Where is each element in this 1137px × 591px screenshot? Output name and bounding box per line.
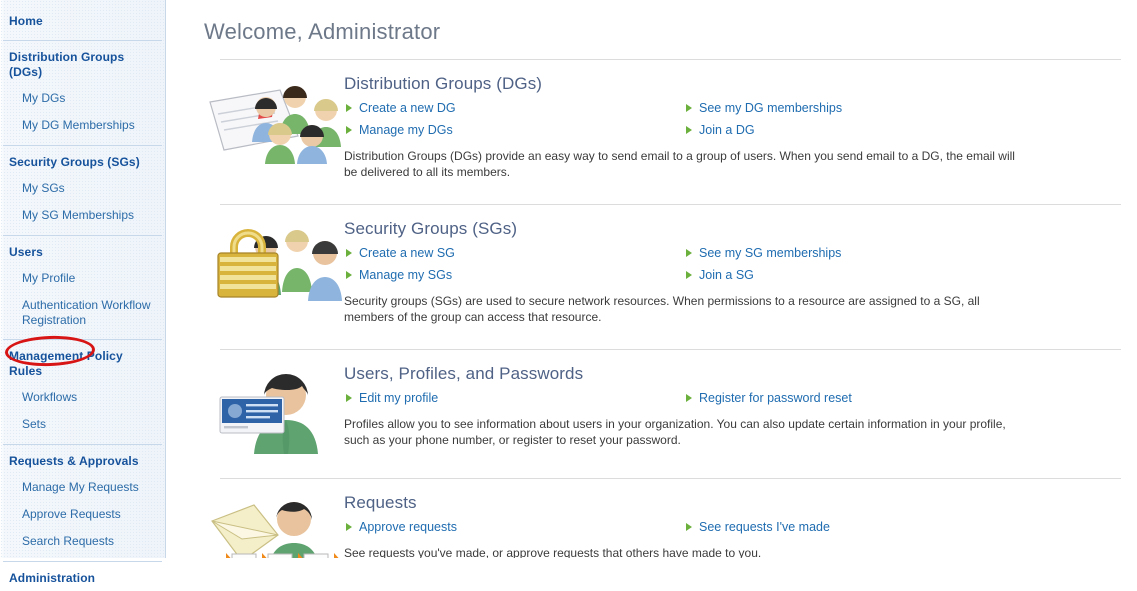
sidebar-items: Home Distribution Groups (DGs) My DGs My… xyxy=(0,0,165,591)
link-label: See my DG memberships xyxy=(699,100,842,116)
link-create-a-new-dg[interactable]: Create a new DG xyxy=(344,97,684,119)
section-title: Users, Profiles, and Passwords xyxy=(344,364,1121,384)
section-body: Security Groups (SGs) Create a new SG Ma… xyxy=(344,217,1121,325)
links-column-left: Approve requests xyxy=(344,516,684,538)
sidebar-header-requests-approvals[interactable]: Requests & Approvals xyxy=(0,449,165,474)
main-content: Welcome, Administrator xyxy=(166,0,1137,558)
link-label: Edit my profile xyxy=(359,390,438,406)
sidebar-divider xyxy=(3,40,162,41)
section-security-groups: Security Groups (SGs) Create a new SG Ma… xyxy=(166,205,1137,335)
user-with-id-card-icon xyxy=(194,362,344,454)
links-column-left: Edit my profile xyxy=(344,387,684,409)
section-links: Approve requests See requests I've made xyxy=(344,516,1121,538)
arrow-bullet-icon xyxy=(686,394,692,402)
section-links: Create a new SG Manage my SGs See my SG … xyxy=(344,242,1121,286)
sidebar-header-management-policy-rules[interactable]: Management Policy Rules xyxy=(0,344,165,384)
link-join-a-sg[interactable]: Join a SG xyxy=(684,264,841,286)
link-label: Create a new SG xyxy=(359,245,455,261)
link-label: Manage my DGs xyxy=(359,122,453,138)
links-column-right: See my DG memberships Join a DG xyxy=(684,97,842,141)
link-label: Approve requests xyxy=(359,519,457,535)
arrow-bullet-icon xyxy=(686,126,692,134)
sidebar-item-authentication-workflow-registration[interactable]: Authentication Workflow Registration xyxy=(0,292,165,333)
sidebar-divider xyxy=(3,561,162,562)
sidebar-divider xyxy=(3,444,162,445)
arrow-bullet-icon xyxy=(686,104,692,112)
padlock-with-group-icon xyxy=(194,217,344,309)
sidebar-group-management-policy-rules: Management Policy Rules Workflows Sets xyxy=(0,344,165,438)
section-title: Distribution Groups (DGs) xyxy=(344,74,1121,94)
sidebar-group-requests-approvals: Requests & Approvals Manage My Requests … xyxy=(0,449,165,555)
sidebar-group-administration: Administration xyxy=(0,566,165,591)
arrow-bullet-icon xyxy=(686,523,692,531)
link-manage-my-dgs[interactable]: Manage my DGs xyxy=(344,119,684,141)
link-label: Join a DG xyxy=(699,122,755,138)
section-title: Security Groups (SGs) xyxy=(344,219,1121,239)
link-see-requests-ive-made[interactable]: See requests I've made xyxy=(684,516,830,538)
section-links: Create a new DG Manage my DGs See my DG … xyxy=(344,97,1121,141)
sidebar-item-administration[interactable]: Administration xyxy=(0,566,165,591)
sidebar-item-manage-my-requests[interactable]: Manage My Requests xyxy=(0,474,165,501)
link-label: See my SG memberships xyxy=(699,245,841,261)
links-column-left: Create a new SG Manage my SGs xyxy=(344,242,684,286)
link-see-my-dg-memberships[interactable]: See my DG memberships xyxy=(684,97,842,119)
sidebar-item-my-dgs[interactable]: My DGs xyxy=(0,85,165,112)
envelope-with-group-icon xyxy=(194,72,344,164)
section-description: Distribution Groups (DGs) provide an eas… xyxy=(344,148,1016,180)
sidebar-header-security-groups[interactable]: Security Groups (SGs) xyxy=(0,150,165,175)
sidebar-item-my-profile[interactable]: My Profile xyxy=(0,265,165,292)
section-users-profiles-passwords: Users, Profiles, and Passwords Edit my p… xyxy=(166,350,1137,464)
sidebar-item-my-dg-memberships[interactable]: My DG Memberships xyxy=(0,112,165,139)
arrow-bullet-icon xyxy=(686,271,692,279)
sidebar-group-users: Users My Profile Authentication Workflow… xyxy=(0,240,165,333)
link-approve-requests[interactable]: Approve requests xyxy=(344,516,684,538)
section-description: Security groups (SGs) are used to secure… xyxy=(344,293,1016,325)
sidebar-item-search-requests[interactable]: Search Requests xyxy=(0,528,165,555)
link-see-my-sg-memberships[interactable]: See my SG memberships xyxy=(684,242,841,264)
link-edit-my-profile[interactable]: Edit my profile xyxy=(344,387,684,409)
sidebar-group-home: Home xyxy=(0,9,165,34)
sidebar-item-my-sgs[interactable]: My SGs xyxy=(0,175,165,202)
link-label: Register for password reset xyxy=(699,390,852,406)
link-label: Create a new DG xyxy=(359,100,456,116)
sidebar-header-distribution-groups[interactable]: Distribution Groups (DGs) xyxy=(0,45,165,85)
section-body: Requests Approve requests See requests I… xyxy=(344,491,1121,558)
section-body: Users, Profiles, and Passwords Edit my p… xyxy=(344,362,1121,448)
arrow-bullet-icon xyxy=(686,249,692,257)
sidebar-item-approve-requests[interactable]: Approve Requests xyxy=(0,501,165,528)
section-distribution-groups: Distribution Groups (DGs) Create a new D… xyxy=(166,60,1137,190)
links-column-right: See my SG memberships Join a SG xyxy=(684,242,841,286)
sidebar-divider xyxy=(3,339,162,340)
sidebar-header-users[interactable]: Users xyxy=(0,240,165,265)
sidebar-item-workflows[interactable]: Workflows xyxy=(0,384,165,411)
section-body: Distribution Groups (DGs) Create a new D… xyxy=(344,72,1121,180)
links-column-right: See requests I've made xyxy=(684,516,830,538)
link-label: Join a SG xyxy=(699,267,754,283)
link-create-a-new-sg[interactable]: Create a new SG xyxy=(344,242,684,264)
links-column-right: Register for password reset xyxy=(684,387,852,409)
sidebar-divider xyxy=(3,145,162,146)
sidebar-navigation: Home Distribution Groups (DGs) My DGs My… xyxy=(0,0,166,558)
links-column-left: Create a new DG Manage my DGs xyxy=(344,97,684,141)
workflow-folder-with-user-icon xyxy=(194,491,344,558)
link-register-for-password-reset[interactable]: Register for password reset xyxy=(684,387,852,409)
portal-page: Home Distribution Groups (DGs) My DGs My… xyxy=(0,0,1137,558)
link-join-a-dg[interactable]: Join a DG xyxy=(684,119,842,141)
section-requests: Requests Approve requests See requests I… xyxy=(166,479,1137,558)
section-description: Profiles allow you to see information ab… xyxy=(344,416,1016,448)
section-links: Edit my profile Register for password re… xyxy=(344,387,1121,409)
sidebar-item-sets[interactable]: Sets xyxy=(0,411,165,438)
link-label: Manage my SGs xyxy=(359,267,452,283)
sidebar-group-security-groups: Security Groups (SGs) My SGs My SG Membe… xyxy=(0,150,165,229)
sidebar-item-my-sg-memberships[interactable]: My SG Memberships xyxy=(0,202,165,229)
link-label: See requests I've made xyxy=(699,519,830,535)
sidebar-group-distribution-groups: Distribution Groups (DGs) My DGs My DG M… xyxy=(0,45,165,139)
page-title: Welcome, Administrator xyxy=(166,0,1137,45)
sidebar-item-home[interactable]: Home xyxy=(0,9,165,34)
sidebar-divider xyxy=(3,235,162,236)
section-title: Requests xyxy=(344,493,1121,513)
link-manage-my-sgs[interactable]: Manage my SGs xyxy=(344,264,684,286)
section-description: See requests you've made, or approve req… xyxy=(344,545,1016,558)
